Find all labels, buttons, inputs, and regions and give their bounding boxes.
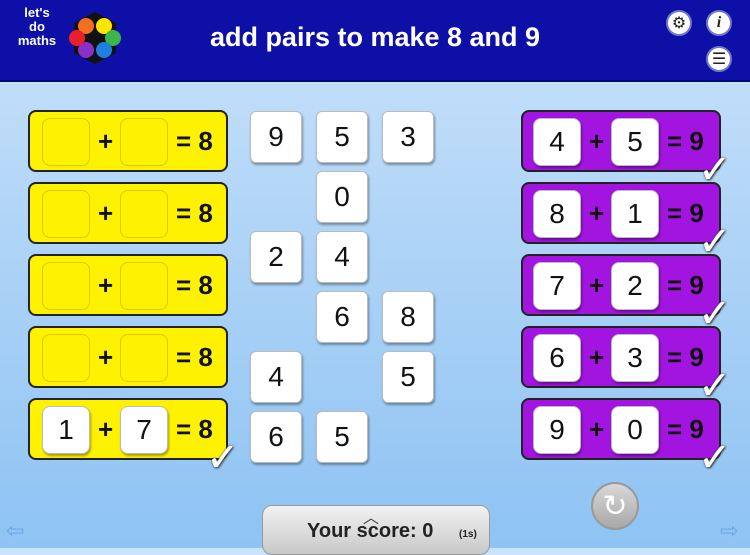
next-arrow-icon[interactable]: ⇨ [720, 518, 738, 544]
answer-tile-a[interactable]: 8 [533, 190, 581, 238]
list-icon: ☰ [711, 51, 727, 68]
answer-tile-a[interactable]: 6 [533, 334, 581, 382]
equals-target: = 8 [176, 342, 213, 372]
answer-tile-b[interactable]: 7 [120, 406, 168, 454]
equation-row-8: + = 8 [28, 326, 228, 388]
page-title: add pairs to make 8 and 9 [209, 22, 541, 52]
elapsed-time: (1s) [459, 529, 477, 540]
equals-target: = 8 [176, 198, 213, 228]
equals-target: = 8 [176, 270, 213, 300]
number-tile[interactable]: 4 [250, 351, 302, 403]
info-icon: i [716, 14, 722, 31]
plus-sign: + [589, 198, 605, 228]
number-tile[interactable]: 6 [316, 291, 368, 343]
number-tile[interactable]: 6 [250, 411, 302, 463]
answer-tile-a[interactable]: 9 [533, 406, 581, 454]
settings-button[interactable]: ⚙ [666, 10, 692, 36]
equation-row-9-complete: 7 + 2 = 9 [521, 254, 721, 316]
logo-line-3: maths [17, 33, 57, 48]
prev-arrow-icon[interactable]: ⇦ [6, 518, 24, 544]
hexagon-logo-icon [69, 12, 121, 64]
logo-line-1: let's [24, 5, 50, 20]
plus-sign: + [98, 126, 114, 156]
plus-sign: + [589, 126, 605, 156]
number-tile[interactable]: 5 [316, 411, 368, 463]
answer-slot-a[interactable] [42, 118, 90, 166]
plus-sign: + [589, 342, 605, 372]
equation-row-8-complete: 1 + 7 = 8 [28, 398, 228, 460]
equation-row-9-complete: 6 + 3 = 9 [521, 326, 721, 388]
plus-sign: + [98, 414, 114, 444]
answer-slot-a[interactable] [42, 190, 90, 238]
equals-target: = 8 [176, 126, 213, 156]
equation-row-9-complete: 8 + 1 = 9 [521, 182, 721, 244]
answer-tile-b[interactable]: 5 [611, 118, 659, 166]
answer-slot-b[interactable] [120, 334, 168, 382]
answer-tile-b[interactable]: 3 [611, 334, 659, 382]
equation-row-8: + = 8 [28, 110, 228, 172]
equation-row-9-complete: 4 + 5 = 9 [521, 110, 721, 172]
answer-slot-a[interactable] [42, 334, 90, 382]
equation-row-9-complete: 9 + 0 = 9 [521, 398, 721, 460]
answer-slot-b[interactable] [120, 118, 168, 166]
header-bar: let's do maths add pairs to make 8 and 9… [0, 0, 750, 82]
answer-tile-a[interactable]: 1 [42, 406, 90, 454]
number-tile[interactable]: 2 [250, 231, 302, 283]
score-label: Your score: 0 [307, 520, 434, 542]
number-tile[interactable]: 8 [382, 291, 434, 343]
number-tile[interactable]: 4 [316, 231, 368, 283]
plus-sign: + [98, 342, 114, 372]
checkmark-icon: ✓ [206, 436, 240, 480]
answer-slot-b[interactable] [120, 190, 168, 238]
answer-tile-a[interactable]: 4 [533, 118, 581, 166]
menu-button[interactable]: ☰ [706, 46, 732, 72]
number-tile[interactable]: 5 [382, 351, 434, 403]
gear-icon: ⚙ [671, 15, 687, 32]
plus-sign: + [98, 198, 114, 228]
answer-tile-b[interactable]: 2 [611, 262, 659, 310]
plus-sign: + [589, 414, 605, 444]
refresh-icon: ↻ [602, 489, 628, 523]
answer-tile-b[interactable]: 1 [611, 190, 659, 238]
reset-button[interactable]: ↻ [591, 482, 639, 530]
answer-tile-a[interactable]: 7 [533, 262, 581, 310]
number-tile[interactable]: 9 [250, 111, 302, 163]
logo-line-2: do [29, 19, 45, 34]
checkmark-icon: ✓ [698, 436, 732, 480]
equation-row-8: + = 8 [28, 254, 228, 316]
plus-sign: + [589, 270, 605, 300]
number-tile[interactable]: 0 [316, 171, 368, 223]
answer-slot-a[interactable] [42, 262, 90, 310]
info-button[interactable]: i [706, 10, 732, 36]
equation-row-8: + = 8 [28, 182, 228, 244]
number-tile[interactable]: 3 [382, 111, 434, 163]
answer-tile-b[interactable]: 0 [611, 406, 659, 454]
answer-slot-b[interactable] [120, 262, 168, 310]
plus-sign: + [98, 270, 114, 300]
number-tile[interactable]: 5 [316, 111, 368, 163]
logo-text: let's do maths [12, 6, 62, 48]
